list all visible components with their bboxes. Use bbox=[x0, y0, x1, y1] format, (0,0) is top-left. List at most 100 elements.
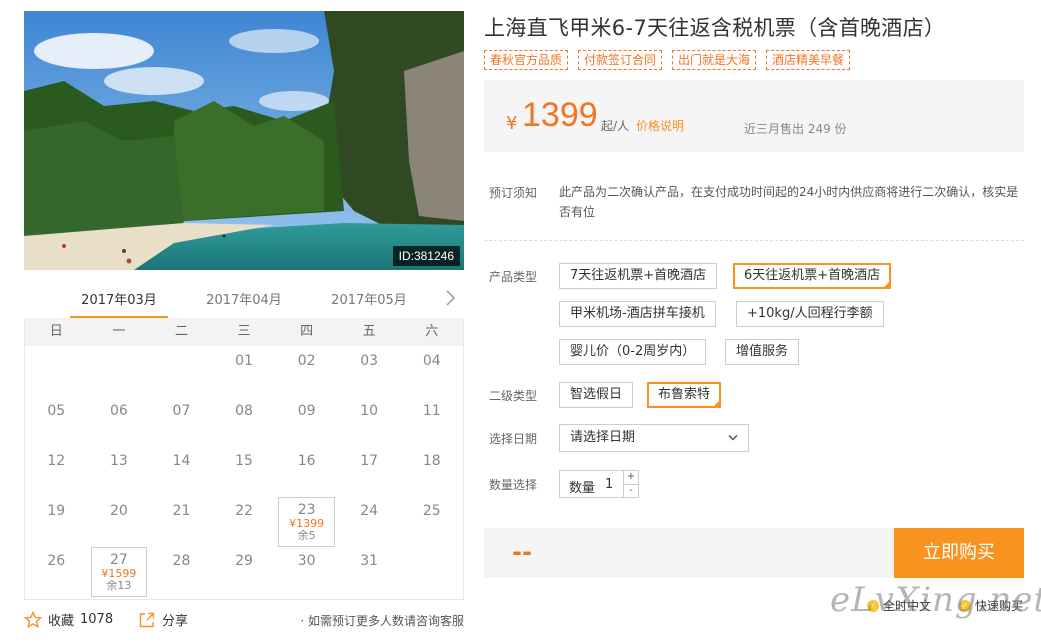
quantity-decrement-button[interactable]: - bbox=[624, 484, 638, 497]
day-number: 03 bbox=[360, 353, 379, 369]
currency-symbol: ¥ bbox=[506, 113, 518, 134]
day-number: 18 bbox=[422, 453, 441, 469]
calendar-day: 16 bbox=[275, 446, 338, 496]
feature-tags: 春秋官方品质 付款签订合同 出门就是大海 酒店精美早餐 bbox=[484, 50, 851, 70]
guarantee-item: ✓ 快速购买 bbox=[959, 597, 1023, 614]
day-number: 09 bbox=[297, 403, 316, 419]
buy-now-button[interactable]: 立即购买 bbox=[894, 528, 1024, 578]
star-icon bbox=[24, 610, 42, 628]
calendar-day: 31 bbox=[338, 546, 401, 596]
day-number: 22 bbox=[235, 503, 253, 519]
total-price: -- bbox=[512, 538, 532, 566]
weekday-label: 日 bbox=[49, 324, 63, 339]
type-option-7day[interactable]: 7天往返机票+首晚酒店 bbox=[559, 263, 718, 289]
day-number: 26 bbox=[47, 553, 66, 569]
day-number: 25 bbox=[422, 503, 441, 519]
favorite-button[interactable]: 收藏 1078 bbox=[24, 610, 113, 629]
day-number: 24 bbox=[360, 503, 379, 519]
day-number: 28 bbox=[172, 553, 191, 569]
check-icon: ✓ bbox=[959, 599, 971, 612]
quantity-increment-button[interactable]: + bbox=[624, 471, 638, 484]
price-calendar: 日 一 二 三 四 五 六 01 02 03 04 05 06 07 08 09 10 11 12 13… bbox=[24, 318, 464, 600]
calendar-day: 19 bbox=[25, 496, 88, 546]
calendar-day: 10 bbox=[338, 396, 401, 446]
calendar-day: 08 bbox=[213, 396, 276, 446]
calendar-empty-cell bbox=[88, 346, 151, 396]
calendar-empty-cell bbox=[150, 346, 213, 396]
calendar-week-row: 19 20 21 22 23 ¥1399 余5 24 25 bbox=[25, 496, 463, 547]
day-number: 06 bbox=[109, 403, 128, 419]
day-number: 02 bbox=[297, 353, 316, 369]
feature-tag: 春秋官方品质 bbox=[484, 50, 569, 70]
date-select[interactable]: 请选择日期 bbox=[559, 424, 749, 452]
calendar-day: 17 bbox=[338, 446, 401, 496]
calendar-weekday-header: 日 一 二 三 四 五 六 bbox=[25, 318, 463, 346]
calendar-day: 07 bbox=[150, 396, 213, 446]
type-option-airport-transfer[interactable]: 甲米机场-酒店拼车接机 bbox=[559, 301, 716, 327]
notice-label: 预订须知 bbox=[489, 186, 538, 200]
calendar-day: 30 bbox=[275, 546, 338, 596]
favorite-count: 1078 bbox=[80, 612, 114, 627]
day-number: 31 bbox=[360, 553, 379, 569]
favorite-label: 收藏 bbox=[48, 614, 75, 629]
share-button[interactable]: 分享 bbox=[138, 610, 188, 629]
calendar-week-row: 26 27 ¥1599 余13 28 29 30 31 bbox=[25, 546, 463, 597]
calendar-day: 26 bbox=[25, 546, 88, 596]
day-number: 12 bbox=[47, 453, 66, 469]
calendar-day-available[interactable]: 27 ¥1599 余13 bbox=[88, 546, 151, 597]
calendar-day: 02 bbox=[275, 346, 338, 396]
feature-tag: 酒店精美早餐 bbox=[766, 50, 851, 70]
day-number: 15 bbox=[235, 453, 253, 469]
quantity-inner-label: 数量 bbox=[569, 481, 596, 496]
type-option-6day-selected[interactable]: 6天往返机票+首晚酒店 bbox=[733, 263, 892, 290]
quantity-value[interactable]: 1 bbox=[605, 477, 613, 492]
price-unit: 起/人 bbox=[601, 119, 630, 133]
price-explanation-link[interactable]: 价格说明 bbox=[636, 117, 684, 134]
subtype-label: 二级类型 bbox=[489, 389, 538, 403]
tab-month-2[interactable]: 2017年04月 bbox=[189, 289, 299, 308]
calendar-day: 21 bbox=[150, 496, 213, 546]
calendar-day: 20 bbox=[88, 496, 151, 546]
calendar-day: 04 bbox=[400, 346, 463, 396]
calendar-day: 15 bbox=[213, 446, 276, 496]
date-label: 选择日期 bbox=[489, 432, 538, 446]
guarantee-item: ✓ 全时中文 bbox=[867, 597, 931, 614]
weekday-label: 六 bbox=[425, 324, 439, 339]
calendar-day: 28 bbox=[150, 546, 213, 596]
day-number: 01 bbox=[235, 353, 253, 369]
subtype-option-2-selected[interactable]: 布鲁索特 bbox=[647, 382, 722, 409]
purchase-bar: -- 立即购买 bbox=[484, 528, 1024, 578]
calendar-day-available[interactable]: 23 ¥1399 余5 bbox=[275, 496, 338, 547]
weekday-label: 五 bbox=[362, 324, 376, 339]
guarantee-label: 全时中文 bbox=[883, 599, 932, 613]
chevron-right-icon[interactable] bbox=[444, 290, 456, 306]
day-number: 11 bbox=[422, 403, 441, 419]
day-number: 16 bbox=[297, 453, 316, 469]
weekday-label: 二 bbox=[174, 324, 188, 339]
chevron-down-icon bbox=[728, 434, 738, 441]
day-highlight-box bbox=[278, 497, 335, 547]
quantity-label: 数量选择 bbox=[489, 478, 538, 492]
calendar-day: 14 bbox=[150, 446, 213, 496]
day-number: 17 bbox=[360, 453, 379, 469]
calendar-day: 29 bbox=[213, 546, 276, 596]
tab-month-3[interactable]: 2017年05月 bbox=[314, 289, 424, 308]
weekday-label: 四 bbox=[300, 324, 314, 339]
calendar-week-row: 05 06 07 08 09 10 11 bbox=[25, 396, 463, 446]
date-select-value: 请选择日期 bbox=[570, 430, 636, 445]
type-option-infant[interactable]: 婴儿价（0-2周岁内） bbox=[559, 339, 707, 365]
type-option-luggage[interactable]: +10kg/人回程行李额 bbox=[736, 301, 884, 327]
photo-id-badge: ID:381246 bbox=[392, 246, 460, 266]
type-option-value-added[interactable]: 增值服务 bbox=[725, 339, 800, 365]
calendar-grid: 01 02 03 04 05 06 07 08 09 10 11 12 13 14 15 16 17 18 19 20… bbox=[25, 346, 463, 597]
day-number: 10 bbox=[360, 403, 379, 419]
day-number: 20 bbox=[109, 503, 128, 519]
calendar-day: 01 bbox=[213, 346, 276, 396]
subtype-option-1[interactable]: 智选假日 bbox=[559, 382, 634, 408]
notice-text: 此产品为二次确认产品，在支付成功时间起的24小时内供应商将进行二次确认，核实是否… bbox=[559, 185, 1019, 219]
beach-scene-image bbox=[24, 11, 464, 270]
tab-month-1[interactable]: 2017年03月 bbox=[64, 289, 174, 319]
check-icon: ✓ bbox=[867, 599, 879, 612]
share-label: 分享 bbox=[162, 614, 189, 629]
feature-tag: 出门就是大海 bbox=[672, 50, 757, 70]
